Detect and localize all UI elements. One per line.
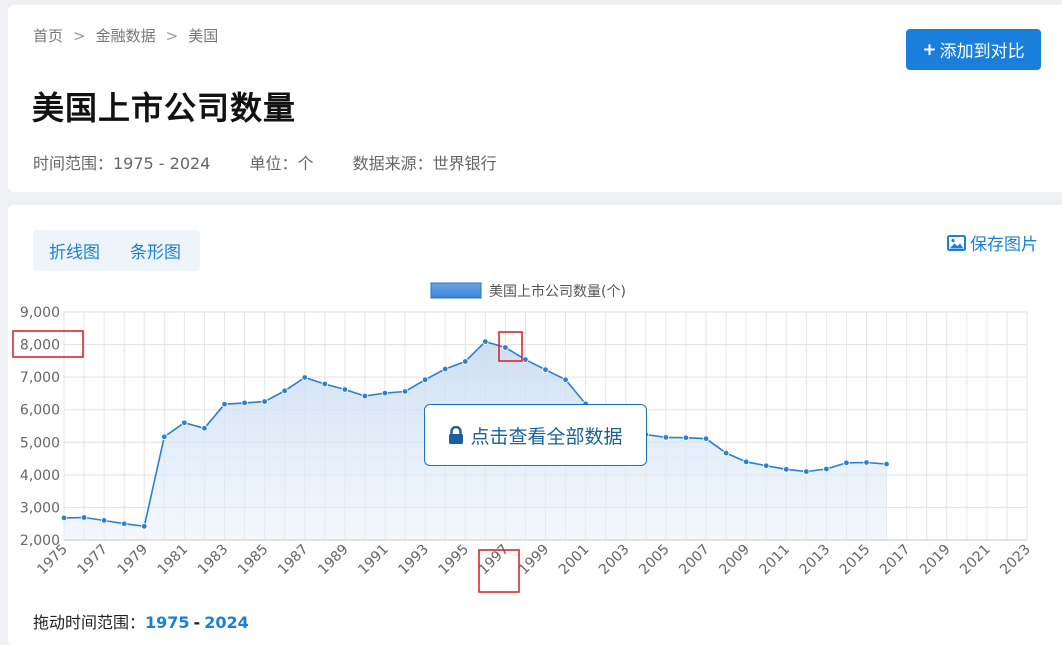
data-point (60, 514, 68, 522)
data-point (241, 399, 248, 407)
data-point (522, 356, 529, 363)
data-point (201, 425, 208, 432)
data-point (120, 520, 128, 527)
data-point (662, 434, 670, 441)
lock-icon (449, 425, 464, 444)
data-point (100, 517, 108, 524)
data-point (742, 458, 750, 466)
y-tick-label: 9,000 (20, 305, 60, 321)
x-tick-label: 1981 (155, 542, 192, 579)
data-point (441, 365, 449, 373)
data-point (803, 468, 810, 475)
x-tick-label: 2007 (676, 542, 713, 579)
x-tick-label: 1977 (74, 542, 111, 579)
view-all-data-label: 点击查看全部数据 (470, 425, 623, 448)
data-point (261, 398, 268, 405)
data-point (80, 514, 88, 521)
x-tick-label: 1993 (395, 542, 432, 579)
data-point (301, 374, 308, 381)
data-point (321, 380, 329, 388)
x-tick-label: 1983 (195, 542, 232, 579)
data-point (762, 462, 770, 469)
data-point (221, 400, 228, 408)
data-point (482, 338, 489, 345)
data-point (141, 523, 148, 530)
x-tick-label: 2017 (877, 542, 914, 579)
data-point (381, 389, 389, 397)
x-tick-label: 1989 (315, 542, 352, 579)
data-point (502, 344, 509, 351)
data-point (462, 358, 469, 365)
data-point (863, 459, 870, 466)
data-point (361, 392, 369, 400)
range-start[interactable]: 1975 (145, 613, 190, 632)
y-tick-label: 6,000 (20, 403, 60, 419)
view-all-data-button[interactable]: 点击查看全部数据 (424, 404, 647, 466)
data-point (883, 460, 890, 468)
y-tick-label: 5,000 (20, 435, 60, 451)
data-point (722, 449, 730, 457)
data-point (562, 376, 569, 383)
x-tick-label: 2011 (757, 542, 794, 579)
x-tick-label: 2013 (797, 542, 834, 579)
y-tick-label: 4,000 (20, 468, 60, 484)
x-tick-label: 2021 (957, 542, 994, 579)
legend-label: 美国上市公司数量(个) (489, 283, 626, 300)
x-tick-label: 2001 (556, 542, 593, 579)
x-tick-label: 2015 (837, 542, 874, 579)
x-tick-label: 2019 (917, 542, 954, 579)
x-tick-label: 1979 (115, 542, 152, 579)
range-end[interactable]: 2024 (204, 613, 249, 632)
x-tick-label: 1987 (275, 542, 312, 579)
data-point (341, 386, 349, 393)
data-point (421, 376, 429, 383)
x-tick-label: 1997 (476, 542, 513, 579)
data-point (181, 419, 188, 426)
x-tick-label: 2023 (997, 542, 1034, 579)
data-point (823, 465, 830, 473)
x-tick-label: 1995 (436, 542, 473, 579)
x-tick-label: 2009 (716, 542, 753, 579)
data-point (843, 459, 850, 467)
time-range-slider-label: 拖动时间范围：1975-2024 (33, 609, 249, 633)
x-tick-label: 1999 (516, 542, 553, 579)
data-point (542, 366, 549, 373)
data-point (702, 435, 710, 442)
data-point (682, 434, 690, 441)
range-label: 拖动时间范围： (33, 613, 146, 632)
x-tick-label: 2003 (596, 542, 633, 579)
data-point (783, 466, 790, 473)
data-point (401, 388, 409, 395)
legend-swatch (430, 282, 482, 299)
y-tick-label: 3,000 (20, 500, 60, 516)
x-tick-label: 1985 (235, 542, 272, 579)
data-point (281, 387, 288, 395)
y-tick-label: 7,000 (20, 370, 60, 386)
line-chart: 9,0008,0007,0006,0005,0004,0003,0002,000… (12, 282, 1034, 593)
x-tick-label: 1991 (355, 542, 392, 579)
data-point (161, 433, 168, 440)
y-tick-label: 8,000 (20, 338, 60, 354)
x-tick-label: 2005 (636, 542, 673, 579)
range-dash: - (193, 613, 201, 632)
